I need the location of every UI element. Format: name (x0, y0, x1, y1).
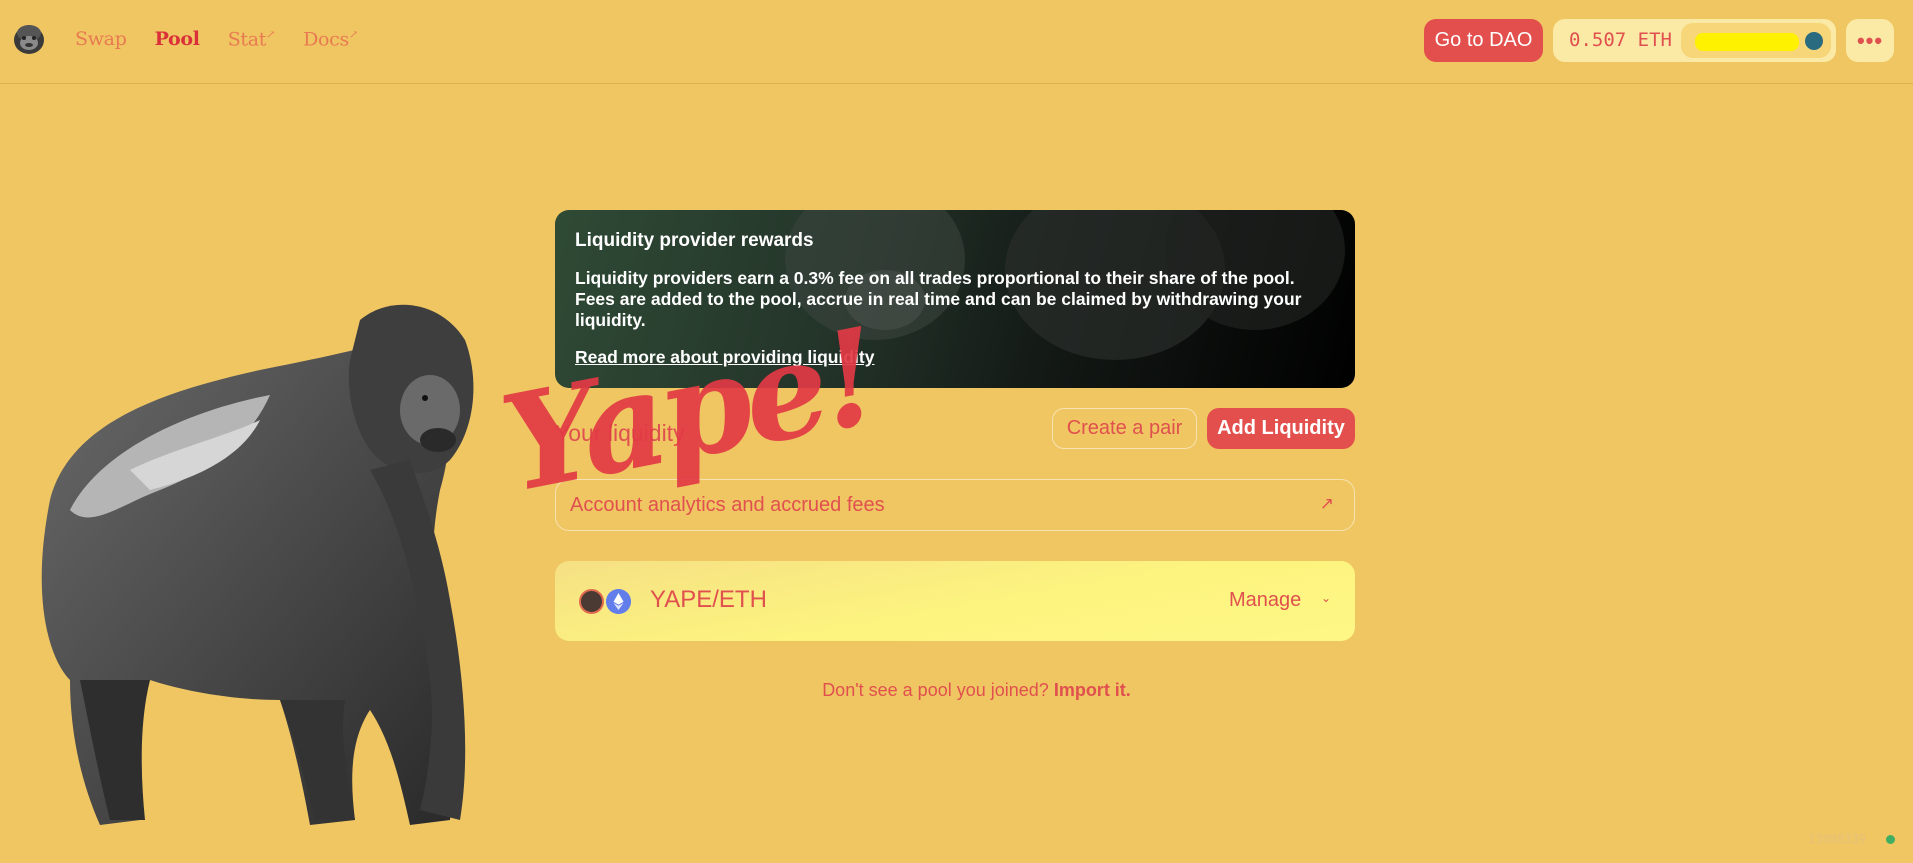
external-link-icon: ↗ (1319, 494, 1334, 514)
redacted-address (1695, 33, 1799, 51)
block-number[interactable]: 13088339 (1808, 832, 1866, 846)
main-nav: Swap Pool Stat↗ Docs↗ (75, 28, 386, 50)
external-link-icon: ↗ (348, 28, 358, 41)
gorilla-illustration (41, 304, 474, 825)
external-link-icon: ↗ (266, 28, 276, 41)
eth-token-icon (606, 589, 631, 614)
nav-stat[interactable]: Stat↗ (228, 28, 276, 50)
go-to-dao-button[interactable]: Go to DAO (1424, 19, 1543, 62)
card-title: Liquidity provider rewards (575, 230, 814, 251)
create-pair-button[interactable]: Create a pair (1052, 408, 1197, 449)
chevron-down-icon[interactable]: ⌄ (1321, 591, 1331, 605)
wallet-avatar-icon (1805, 32, 1823, 50)
eth-balance: 0.507 ETH (1569, 29, 1672, 51)
wallet-address-button[interactable] (1681, 23, 1831, 58)
import-pool-hint: Don't see a pool you joined? Import it. (0, 680, 1913, 701)
import-link[interactable]: Import it. (1054, 680, 1131, 700)
account-widget[interactable]: 0.507 ETH (1553, 19, 1836, 62)
manage-button[interactable]: Manage (1229, 589, 1301, 612)
add-liquidity-button[interactable]: Add Liquidity (1207, 408, 1355, 449)
nav-swap[interactable]: Swap (75, 28, 127, 50)
card-description: Liquidity providers earn a 0.3% fee on a… (575, 268, 1302, 330)
nav-docs[interactable]: Docs↗ (303, 28, 358, 50)
nav-pool[interactable]: Pool (155, 28, 200, 50)
header: Swap Pool Stat↗ Docs↗ Go to DAO 0.507 ET… (0, 0, 1913, 84)
pool-position-card[interactable]: YAPE/ETH Manage ⌄ (555, 561, 1355, 641)
more-menu-button[interactable]: ••• (1846, 19, 1894, 62)
yape-token-icon (579, 589, 604, 614)
gorilla-logo-icon[interactable] (12, 22, 46, 56)
network-status-dot-icon (1886, 835, 1895, 844)
import-hint-text: Don't see a pool you joined? (822, 680, 1049, 700)
pool-pair-name: YAPE/ETH (650, 586, 767, 613)
